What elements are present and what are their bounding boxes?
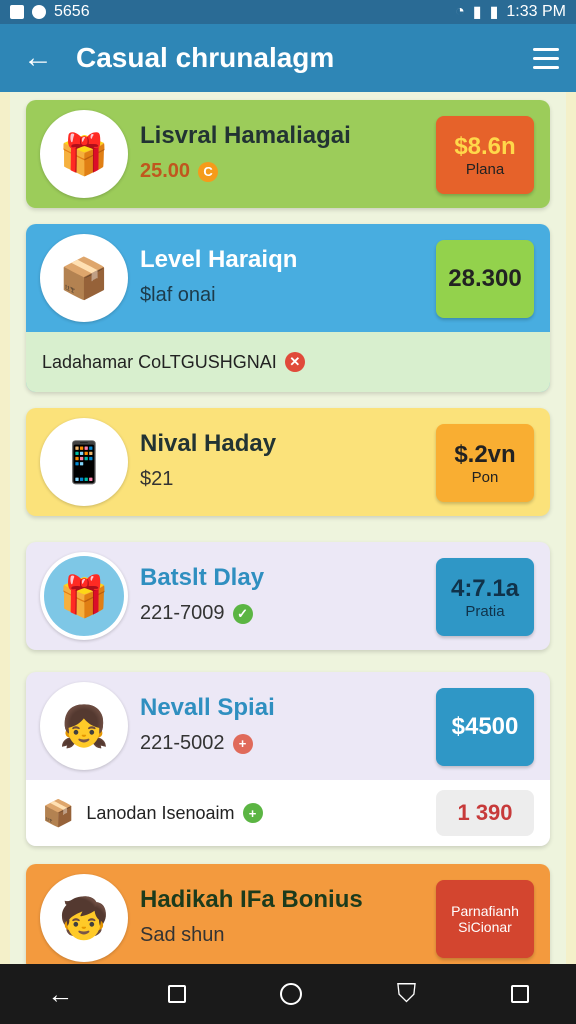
status-left-text: 5656 xyxy=(54,3,90,20)
offer-sub: 221-5002 + xyxy=(140,732,253,755)
price-button[interactable]: $8.6n Plana xyxy=(436,116,534,194)
battery-icon: ▮ xyxy=(489,4,499,21)
offer-strip: 📦 Lanodan Isenoaim + 1 390 xyxy=(26,780,550,846)
shield-icon[interactable]: ⛉ xyxy=(397,978,417,1010)
back-icon[interactable]: ← xyxy=(47,979,73,1010)
offer-name: Nival Haday xyxy=(140,430,277,457)
offer-sub: 25.00 C xyxy=(140,160,219,183)
plus-icon: + xyxy=(232,733,253,754)
offer-sub: $laf onai xyxy=(140,284,216,306)
offer-strip: Ladahamar CoLTGUSHGNAI ✕ xyxy=(26,332,550,392)
offer-name: Hadikah IFa Bonius xyxy=(140,886,363,913)
status-bar: 5656 ◔ ▮ ▮ 1:33 PM xyxy=(0,0,576,24)
offer-card[interactable]: 📦 Level Haraiqn $laf onai 28.300 Ladaham… xyxy=(26,224,550,392)
price-button[interactable]: 28.300 xyxy=(436,240,534,318)
plus-icon: + xyxy=(242,803,263,823)
gift-box-icon: 📦 xyxy=(40,234,128,322)
hamburger-menu-icon[interactable] xyxy=(516,47,576,69)
offer-name: Lisvral Hamaliagai xyxy=(140,122,351,149)
price-button[interactable]: $.2vn Pon xyxy=(436,424,534,502)
recents-icon[interactable] xyxy=(167,985,186,1003)
price-button[interactable]: $4500 xyxy=(436,688,534,766)
offer-card[interactable]: 👧 Nevall Spiai 221-5002 + $4500 📦 Lanoda… xyxy=(26,672,550,846)
check-icon: ✓ xyxy=(232,603,253,624)
wifi-icon: ◔ xyxy=(455,3,465,20)
offer-sub: 221-7009 ✓ xyxy=(140,602,253,625)
treasure-box-icon: 📦 xyxy=(42,797,75,828)
offer-sub: $21 xyxy=(140,468,174,490)
signal-icon: ▮ xyxy=(472,4,482,21)
clock: 1:33 PM xyxy=(506,3,566,20)
boy-avatar-icon: 🧒 xyxy=(40,874,128,962)
close-badge-icon: ✕ xyxy=(284,352,305,372)
price-button[interactable]: Parnafianh SiCionar xyxy=(436,880,534,958)
phone-shopping-icon: 📱 xyxy=(40,418,128,506)
square-icon[interactable] xyxy=(510,985,529,1003)
girl-avatar-icon: 👧 xyxy=(40,682,128,770)
offer-card[interactable]: 🎁 Batslt Dlay 221-7009 ✓ 4:7.1a Pratia xyxy=(26,542,550,650)
back-arrow-icon[interactable]: ← xyxy=(0,41,76,75)
app-bar: ← Casual chrunalagm xyxy=(0,24,576,92)
gift-box-icon: 🎁 xyxy=(40,552,128,640)
price-button[interactable]: 4:7.1a Pratia xyxy=(436,558,534,636)
app-notification-icon xyxy=(32,5,46,19)
offer-card[interactable]: 🧒 Hadikah IFa Bonius Sad shun Parnafianh… xyxy=(26,864,550,964)
price-button[interactable]: 1 390 xyxy=(436,790,534,836)
page-title: Casual chrunalagm xyxy=(76,42,335,73)
offer-card[interactable]: 📱 Nival Haday $21 $.2vn Pon xyxy=(26,408,550,516)
offer-card[interactable]: 🎁 Lisvral Hamaliagai 25.00 C $8.6n Plana xyxy=(26,100,550,208)
coin-icon: C xyxy=(198,161,219,182)
offers-list: 🎁 Lisvral Hamaliagai 25.00 C $8.6n Plana… xyxy=(10,92,566,964)
offer-name: Batslt Dlay xyxy=(140,564,265,591)
offer-name: Level Haraiqn xyxy=(140,246,298,273)
offer-name: Nevall Spiai xyxy=(140,694,275,721)
navigation-bar: ← ⛉ xyxy=(0,964,576,1024)
home-icon[interactable] xyxy=(280,983,303,1005)
notification-icon xyxy=(10,5,24,19)
offer-sub: Sad shun xyxy=(140,924,225,946)
boy-with-gift-box-icon: 🎁 xyxy=(40,110,128,198)
